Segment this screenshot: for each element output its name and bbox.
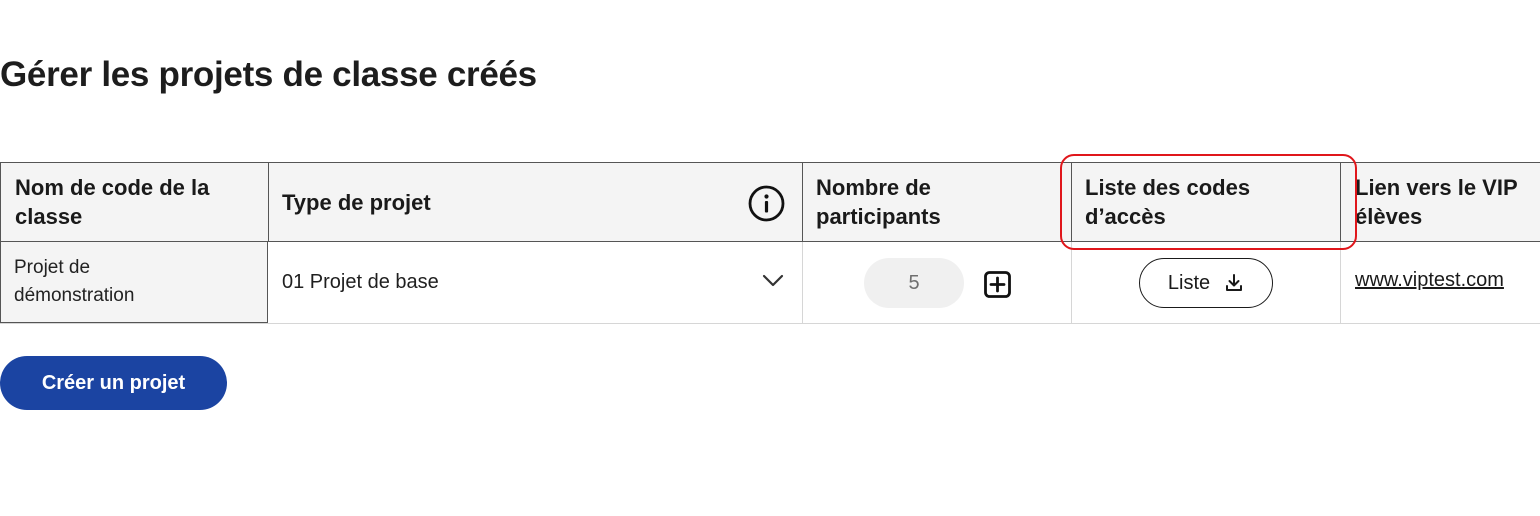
create-project-button[interactable]: Créer un projet <box>0 356 227 410</box>
header-vip-link: Lien vers le VIP élèves <box>1340 163 1540 241</box>
header-participants-line2: participants <box>816 204 941 229</box>
column-divider <box>1071 242 1072 323</box>
project-type-select[interactable]: 01 Projet de base <box>268 242 802 323</box>
header-participants: Nombre de participants <box>802 163 1071 241</box>
plus-square-icon[interactable] <box>984 271 1011 298</box>
header-access-codes-line2: d’accès <box>1085 204 1166 229</box>
column-divider <box>802 242 803 323</box>
access-codes-list-button[interactable]: Liste <box>1139 258 1273 308</box>
project-type-value: 01 Projet de base <box>282 271 439 293</box>
download-icon <box>1226 274 1243 291</box>
page: Gérer les projets de classe créés Nom de… <box>0 0 1540 516</box>
info-icon[interactable] <box>748 185 785 222</box>
class-code-line1: Projet de <box>14 257 91 278</box>
header-class-code: Nom de code de la classe <box>0 163 268 241</box>
chevron-down-icon[interactable] <box>762 274 784 288</box>
class-code-line2: démonstration <box>14 285 135 306</box>
header-participants-line1: Nombre de <box>816 175 931 200</box>
cell-class-code: Projet de démonstration <box>0 242 268 323</box>
header-access-codes: Liste des codes d’accès <box>1071 163 1340 241</box>
header-vip-link-line2: élèves <box>1355 204 1423 229</box>
header-class-code-line1: Nom de code de la <box>15 175 210 200</box>
vip-link[interactable]: www.viptest.com <box>1355 269 1504 292</box>
page-title: Gérer les projets de classe créés <box>0 55 537 94</box>
header-access-codes-line1: Liste des codes <box>1085 175 1251 200</box>
table-row: Projet de démonstration 01 Projet de bas… <box>0 242 1540 324</box>
column-divider <box>1340 242 1341 323</box>
header-class-code-line2: classe <box>15 204 83 229</box>
header-project-type: Type de projet <box>268 163 802 241</box>
table-header-row: Nom de code de la classe Type de projet … <box>0 162 1540 242</box>
header-project-type-label: Type de projet <box>282 189 431 215</box>
projects-table: Nom de code de la classe Type de projet … <box>0 162 1540 324</box>
participants-input[interactable]: 5 <box>864 258 964 308</box>
access-codes-list-label: Liste <box>1167 271 1211 294</box>
header-vip-link-line1: Lien vers le VIP <box>1355 175 1518 200</box>
